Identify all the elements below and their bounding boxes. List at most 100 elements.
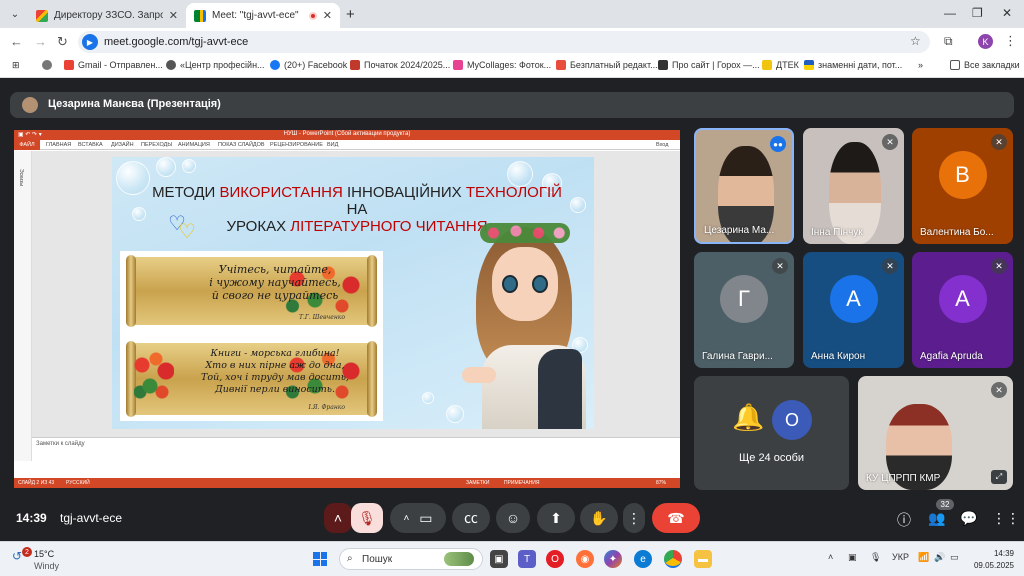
battery-icon[interactable]: ▭: [950, 552, 959, 563]
apps-grid-icon[interactable]: ⊞: [12, 60, 20, 71]
gmail-icon: [36, 9, 48, 22]
tab-gmail[interactable]: Директору ЗЗСО. Запрошення ✕: [28, 3, 186, 28]
window-close-icon[interactable]: ✕: [1002, 6, 1012, 20]
file-explorer-icon[interactable]: ▬: [694, 550, 712, 568]
chevron-up-icon[interactable]: ˄: [403, 513, 409, 524]
teams-icon[interactable]: T: [518, 550, 536, 568]
back-icon[interactable]: ←: [10, 34, 23, 49]
clock-date[interactable]: 09.05.2025: [968, 561, 1014, 570]
participant-tile[interactable]: В ✕ Валентина Бо...: [912, 128, 1013, 244]
ribbon-tab: АНИМАЦИЯ: [178, 142, 210, 148]
pip-icon[interactable]: ⤢: [991, 470, 1007, 484]
profile-avatar[interactable]: K: [978, 34, 993, 49]
bookmark-dates[interactable]: знаменні дати, пот...: [804, 60, 902, 70]
bookmark-star-icon[interactable]: ☆: [910, 34, 921, 48]
notes-status: ЗАМЕТКИ: [466, 480, 490, 486]
keyboard-language[interactable]: УКР: [892, 552, 909, 562]
chat-icon[interactable]: 💬: [960, 510, 977, 527]
forward-icon[interactable]: →: [34, 34, 47, 49]
tray-app-icon[interactable]: ▣: [848, 552, 857, 563]
participant-tile[interactable]: ✕ Інна Пінчук: [803, 128, 904, 244]
meeting-time: 14:39: [16, 511, 47, 525]
wifi-icon[interactable]: 📶: [918, 552, 929, 563]
site-info-icon[interactable]: ▶: [82, 34, 98, 50]
audio-options-chevron-icon[interactable]: ˄: [324, 503, 352, 533]
weather-description[interactable]: Windy: [34, 561, 59, 571]
quote-author: І.Я. Франко: [308, 404, 345, 411]
goroh-icon: [658, 60, 668, 70]
quotes-panel: Учітесь, читайте, і чужому научайтесь, й…: [120, 251, 383, 421]
slide-counter: СЛАЙД 2 ИЗ 43: [18, 480, 55, 486]
tab-search-chevron-icon[interactable]: ⌄: [6, 5, 24, 23]
avatar: А: [829, 275, 878, 324]
close-icon[interactable]: ✕: [169, 9, 178, 22]
participants-count-badge: 32: [936, 499, 954, 510]
bookmark-label: MyCollages: Фоток...: [467, 60, 552, 70]
firefox-icon[interactable]: ◉: [576, 550, 594, 568]
windows-start-icon[interactable]: [313, 552, 327, 566]
bookmark-editor[interactable]: Безплатный редакт...: [556, 60, 658, 70]
bookmark-centre[interactable]: «Центр професійн...: [166, 60, 265, 70]
leave-call-button[interactable]: ☎: [652, 503, 700, 533]
bookmarks-overflow-icon[interactable]: »: [918, 60, 923, 70]
extensions-icon[interactable]: ⧉: [944, 34, 953, 49]
participant-tile[interactable]: A ✕ Agafia Apruda: [912, 252, 1013, 368]
tab-meet[interactable]: Meet: "tgj-avvt-ece" ✕: [186, 3, 340, 28]
bookmark-goroh[interactable]: Про сайт | Горох —...: [658, 60, 760, 70]
present-icon: ⬆: [550, 509, 562, 526]
participant-tile[interactable]: ●● Цезарина Ма...: [694, 128, 794, 244]
task-view-icon[interactable]: ▣: [490, 550, 508, 568]
mic-off-button[interactable]: 🎙: [351, 503, 383, 533]
participant-tile[interactable]: ✕ КУ ЦПРПП КМР ⤢: [858, 376, 1013, 490]
bookmark-mycollages[interactable]: MyCollages: Фоток...: [453, 60, 551, 70]
search-highlight-icon: [444, 552, 474, 566]
participant-tile[interactable]: А ✕ Анна Кирон: [803, 252, 904, 368]
clock-time[interactable]: 14:39: [978, 549, 1014, 558]
meet-stage: Цезарина Манєва (Презентація) ▣ ↶ ↷ ▾ НУ…: [0, 78, 1024, 541]
emoji-button[interactable]: ☺: [496, 503, 530, 533]
all-bookmarks[interactable]: Все закладки: [950, 60, 1020, 70]
meeting-controls: 14:39 tgj-avvt-ece ˄ 🎙 ˄ ▭ ㏄ ☺ ⬆ ✋ ⋮ ☎ ⓘ …: [0, 497, 1024, 541]
minimize-icon[interactable]: —: [944, 6, 956, 20]
info-icon[interactable]: ⓘ: [897, 510, 911, 530]
copilot-icon[interactable]: ✦: [604, 550, 622, 568]
restore-icon[interactable]: ❐: [972, 6, 983, 20]
weather-temperature[interactable]: 15°C: [34, 549, 54, 559]
captions-button[interactable]: ㏄: [452, 503, 490, 533]
chrome-icon[interactable]: [664, 550, 682, 568]
bookmark-globe[interactable]: [42, 60, 56, 70]
mic-off-icon: ✕: [991, 258, 1007, 274]
close-icon[interactable]: ✕: [323, 9, 332, 22]
opera-icon[interactable]: O: [546, 550, 564, 568]
others-tile[interactable]: 🔔 О Ще 24 особи: [694, 376, 849, 490]
bookmark-facebook[interactable]: (20+) Facebook: [270, 60, 347, 70]
bookmark-dtek[interactable]: ДТЕК: [762, 60, 799, 70]
editor-icon: [556, 60, 566, 70]
thumbnail-pane: Эскизы: [14, 151, 32, 461]
browser-menu-icon[interactable]: ⋮: [1004, 33, 1017, 49]
microphone-icon[interactable]: 🎙: [870, 552, 881, 563]
flower-ornament: [134, 347, 174, 407]
bookmark-gmail[interactable]: Gmail - Отправлен...: [64, 60, 163, 70]
bookmark-start-year[interactable]: Початок 2024/2025...: [350, 60, 450, 70]
activities-icon[interactable]: ⋮⋮: [992, 510, 1020, 527]
camera-button[interactable]: ˄ ▭: [390, 503, 446, 533]
thumbnail-label: Эскизы: [18, 169, 24, 186]
more-options-button[interactable]: ⋮: [623, 503, 645, 533]
edge-icon[interactable]: e: [634, 550, 652, 568]
people-icon[interactable]: 👥: [928, 510, 945, 527]
ribbon-tab: ВСТАВКА: [78, 142, 103, 148]
tray-chevron-icon[interactable]: ˄: [828, 552, 833, 562]
scroll-roll: [126, 255, 136, 327]
volume-icon[interactable]: 🔊: [934, 552, 945, 563]
new-tab-icon[interactable]: +: [346, 6, 355, 23]
raise-hand-button[interactable]: ✋: [580, 503, 618, 533]
recording-icon: [308, 11, 317, 20]
globe-icon: [166, 60, 176, 70]
address-bar[interactable]: ▶ meet.google.com/tgj-avvt-ece ☆: [78, 31, 930, 53]
participant-tile[interactable]: Г ✕ Галина Гаври...: [694, 252, 794, 368]
girl-vest: [538, 349, 582, 429]
reload-icon[interactable]: ↻: [57, 34, 68, 50]
taskbar-search[interactable]: ⌕ Пошук: [339, 548, 483, 570]
present-button[interactable]: ⬆: [537, 503, 575, 533]
